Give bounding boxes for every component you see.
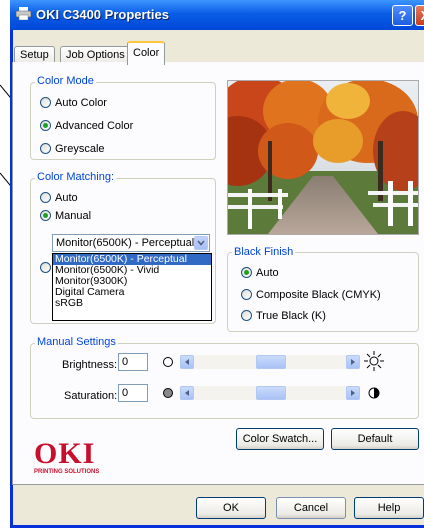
- color-preview-image: [227, 80, 419, 235]
- saturation-low-icon: [163, 388, 173, 398]
- help-icon: ?: [398, 8, 407, 23]
- brightness-thumb[interactable]: [256, 355, 286, 369]
- radio-circle-icon: [40, 143, 51, 154]
- scroll-left-icon[interactable]: [180, 355, 194, 369]
- close-button[interactable]: X: [415, 5, 424, 26]
- saturation-input[interactable]: 0: [118, 384, 148, 402]
- matching-profile-select[interactable]: Monitor(6500K) - Perceptual: [52, 234, 210, 252]
- tab-job-options[interactable]: Job Options: [60, 46, 131, 63]
- printer-icon: [16, 7, 31, 20]
- radio-selected-icon: [241, 267, 252, 278]
- radio-matching-manual[interactable]: Manual: [40, 210, 91, 223]
- saturation-slider[interactable]: [180, 386, 360, 400]
- close-icon: X: [421, 8, 424, 23]
- sun-icon: [364, 351, 384, 371]
- window-title: OKI C3400 Properties: [36, 7, 169, 22]
- default-button[interactable]: Default: [331, 428, 419, 450]
- saturation-label: Saturation:: [64, 390, 118, 402]
- radio-selected-icon: [40, 120, 51, 131]
- title-bar[interactable]: OKI C3400 Properties ? X: [10, 0, 424, 30]
- radio-matching-auto[interactable]: Auto: [40, 192, 78, 205]
- tab-setup[interactable]: Setup: [14, 46, 55, 63]
- brightness-slider[interactable]: [180, 355, 360, 369]
- radio-circle-icon: [40, 97, 51, 108]
- chevron-down-icon[interactable]: [194, 236, 208, 250]
- tab-color[interactable]: Color: [127, 41, 166, 65]
- logo-tagline: PRINTING SOLUTIONS: [34, 469, 100, 475]
- matching-profile-value: Monitor(6500K) - Perceptual: [56, 237, 195, 249]
- contrast-icon: [368, 387, 380, 399]
- brightness-label: Brightness:: [62, 359, 118, 371]
- saturation-thumb[interactable]: [256, 386, 286, 400]
- list-item[interactable]: sRGB: [53, 298, 211, 309]
- radio-greyscale[interactable]: Greyscale: [40, 143, 105, 156]
- cancel-button[interactable]: Cancel: [276, 497, 346, 519]
- radio-composite-black[interactable]: Composite Black (CMYK): [241, 289, 381, 302]
- brightness-input[interactable]: 0: [118, 353, 148, 371]
- logo-brand: OKI: [34, 437, 96, 470]
- scroll-right-icon[interactable]: [346, 386, 360, 400]
- radio-circle-icon: [40, 262, 51, 273]
- radio-circle-icon: [241, 289, 252, 300]
- autumn-road-photo: [228, 81, 418, 234]
- radio-true-black[interactable]: True Black (K): [241, 310, 326, 323]
- ok-button[interactable]: OK: [196, 497, 266, 519]
- radio-circle-icon: [40, 192, 51, 203]
- matching-profile-list[interactable]: Monitor(6500K) - Perceptual Monitor(6500…: [52, 253, 212, 321]
- color-mode-label: Color Mode: [35, 75, 96, 87]
- help-title-button[interactable]: ?: [392, 5, 413, 26]
- radio-auto-color[interactable]: Auto Color: [40, 97, 107, 110]
- radio-black-auto[interactable]: Auto: [241, 267, 279, 280]
- manual-settings-label: Manual Settings: [35, 336, 118, 348]
- oki-logo: OKI PRINTING SOLUTIONS: [34, 437, 100, 476]
- brightness-low-icon: [163, 357, 173, 367]
- radio-advanced-color[interactable]: Advanced Color: [40, 120, 133, 133]
- radio-selected-icon: [40, 210, 51, 221]
- color-matching-label: Color Matching:: [35, 171, 117, 183]
- scroll-right-icon[interactable]: [346, 355, 360, 369]
- radio-circle-icon: [241, 310, 252, 321]
- color-swatch-button[interactable]: Color Swatch...: [236, 428, 324, 450]
- help-button[interactable]: Help: [354, 497, 424, 519]
- scroll-left-icon[interactable]: [180, 386, 194, 400]
- black-finish-label: Black Finish: [232, 246, 296, 258]
